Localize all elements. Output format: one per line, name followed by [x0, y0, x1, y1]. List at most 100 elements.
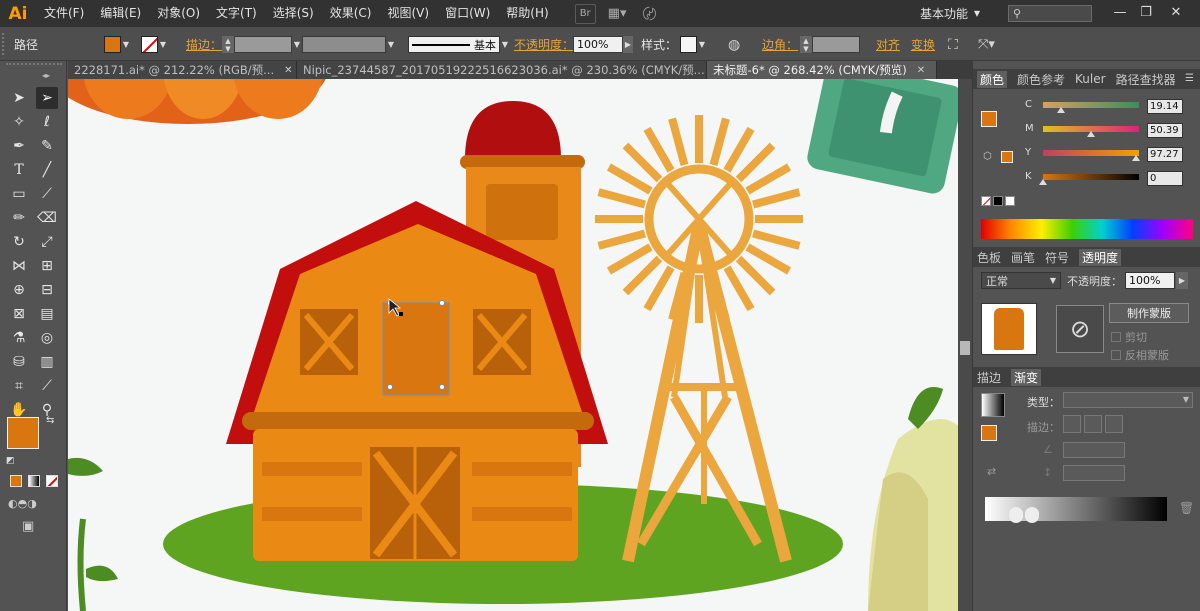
brush-profile-field[interactable]: 基本 ▼ [408, 36, 510, 53]
gradient-stroke-options[interactable] [1063, 415, 1125, 433]
draw-mode-icon[interactable]: ◐◓◑ [8, 497, 37, 510]
stroke-none-swatch[interactable] [141, 36, 158, 53]
slider-track[interactable] [1043, 174, 1139, 180]
tab-symbols[interactable]: 符号 [1045, 249, 1069, 266]
barn-ledge[interactable] [242, 412, 594, 430]
panel-menu-icon[interactable]: ☰ [1185, 73, 1194, 84]
barn-door[interactable] [370, 447, 460, 559]
chevron-down-icon[interactable]: ▼ [158, 36, 168, 53]
chevron-down-icon[interactable]: ▼ [500, 36, 510, 53]
trash-icon[interactable]: 🗑 [1179, 501, 1194, 515]
plant-stem-shape[interactable] [68, 457, 118, 611]
chevron-down-icon[interactable]: ▼ [386, 36, 396, 53]
tab-color[interactable]: 颜色 [977, 70, 1008, 88]
stepper-icon[interactable]: ▲ ▼ [222, 36, 234, 53]
chevron-right-icon[interactable]: ▶ [623, 36, 633, 53]
opacity-field[interactable]: 100% ▶ [573, 36, 633, 53]
variable-width-field[interactable]: ▼ [302, 36, 396, 53]
none-mode-icon[interactable] [46, 475, 58, 487]
fill-color-box[interactable] [7, 417, 39, 449]
tab-color-guide[interactable]: 颜色参考 [1017, 71, 1065, 88]
slider-track[interactable] [1043, 150, 1139, 156]
menu-view[interactable]: 视图(V) [379, 0, 437, 27]
tab-kuler[interactable]: Kuler [1075, 72, 1106, 86]
menu-file[interactable]: 文件(F) [36, 0, 92, 27]
gpu-performance-icon[interactable]: 〄 [638, 4, 660, 24]
tab-pathfinder[interactable]: 路径查找器 [1116, 71, 1176, 88]
close-icon[interactable]: ✕ [284, 65, 292, 76]
chevron-down-icon[interactable]: ▼ [697, 36, 707, 53]
graphic-style-swatch[interactable] [680, 36, 697, 53]
gradient-angle-input[interactable] [1063, 442, 1125, 458]
stroke-weight-input[interactable] [234, 36, 292, 53]
direct-selection-tool-icon[interactable]: ➢ [36, 87, 58, 109]
stepper-icon[interactable]: ▲ ▼ [800, 36, 812, 53]
eraser-tool-icon[interactable]: ⌫ [36, 207, 58, 229]
invert-mask-checkbox-row[interactable]: 反相蒙版 [1111, 347, 1169, 363]
scrollbar-thumb[interactable] [960, 341, 970, 355]
paintbrush-tool-icon[interactable]: ⟋ [36, 183, 58, 205]
menu-type[interactable]: 文字(T) [208, 0, 265, 27]
channel-value-input[interactable]: 0 [1147, 171, 1183, 186]
graphic-style-control[interactable]: ▼ [680, 36, 707, 53]
blend-tool-icon[interactable]: ◎ [36, 327, 58, 349]
stroke-label[interactable]: 描边： [186, 36, 222, 53]
free-transform-tool-icon[interactable]: ⊞ [36, 255, 58, 277]
artboard-canvas[interactable] [68, 79, 958, 611]
menu-window[interactable]: 窗口(W) [437, 0, 498, 27]
pencil-tool-icon[interactable]: ✏ [8, 207, 30, 229]
doc-tab-2[interactable]: Nipic_23744587_20170519222516623036.ai* … [297, 61, 707, 79]
tab-brushes[interactable]: 画笔 [1011, 249, 1035, 266]
arrange-documents-icon[interactable]: ▦▾ [604, 4, 631, 24]
fill-color-control[interactable]: ▼ [104, 36, 131, 53]
fill-swatch[interactable] [981, 111, 997, 127]
stroke-along-icon[interactable] [1084, 415, 1102, 433]
default-fill-stroke-icon[interactable]: ◩ [6, 456, 15, 466]
gradient-aspect-input[interactable] [1063, 465, 1125, 481]
menu-object[interactable]: 对象(O) [149, 0, 208, 27]
grip-handle[interactable] [2, 33, 7, 55]
gradient-preview[interactable] [981, 393, 1005, 417]
selected-rectangle[interactable] [382, 300, 450, 396]
type-tool-icon[interactable]: T [8, 159, 30, 181]
stroke-weight-field[interactable]: ▲ ▼ ▼ [222, 36, 302, 53]
doc-tab-3[interactable]: 未标题-6* @ 268.42% (CMYK/预览) ✕ [707, 61, 937, 79]
opacity-input[interactable]: 100% [1125, 272, 1175, 289]
channel-value-input[interactable]: 19.14 [1147, 99, 1183, 114]
gradient-fill-swatch[interactable] [981, 425, 997, 441]
fill-swatch[interactable] [104, 36, 121, 53]
gradient-slider[interactable] [985, 497, 1167, 523]
scale-tool-icon[interactable]: ⤢ [36, 231, 58, 253]
tab-transparency[interactable]: 透明度 [1079, 248, 1122, 266]
bridge-icon[interactable]: Br [574, 3, 596, 24]
tab-stroke[interactable]: 描边 [977, 369, 1001, 386]
corner-label[interactable]: 边角： [762, 36, 798, 53]
collapse-arrows-icon[interactable]: ◂▸ [42, 71, 50, 80]
menu-help[interactable]: 帮助(H) [498, 0, 556, 27]
tab-gradient[interactable]: 渐变 [1011, 368, 1042, 386]
none-swatch[interactable] [981, 196, 991, 206]
swap-fill-stroke-icon[interactable]: ⇆ [46, 415, 54, 426]
blend-mode-select[interactable]: 正常 ▼ [981, 272, 1061, 289]
stroke-within-icon[interactable] [1063, 415, 1081, 433]
mesh-tool-icon[interactable]: ⊠ [8, 303, 30, 325]
shape-builder-tool-icon[interactable]: ⊕ [8, 279, 30, 301]
color-spectrum[interactable] [981, 219, 1193, 239]
minimize-button[interactable]: — [1108, 2, 1132, 22]
barn-window-left[interactable] [300, 309, 358, 375]
artboard-tool-icon[interactable]: ⌗ [8, 375, 30, 397]
close-button[interactable]: ✕ [1164, 2, 1188, 22]
stroke-across-icon[interactable] [1105, 415, 1123, 433]
barn-window-right[interactable] [473, 309, 531, 375]
doc-tab-1[interactable]: 2228171.ai* @ 212.22% (RGB/预... ✕ [68, 61, 297, 79]
close-icon[interactable]: ✕ [917, 65, 925, 76]
perspective-grid-tool-icon[interactable]: ⊟ [36, 279, 58, 301]
channel-value-input[interactable]: 50.39 [1147, 123, 1183, 138]
corner-input[interactable] [812, 36, 860, 53]
vertical-scrollbar[interactable] [958, 79, 972, 611]
no-mask-icon[interactable]: ⊘ [1056, 305, 1104, 353]
transform-link[interactable]: 变换 [911, 36, 935, 53]
symbol-sprayer-tool-icon[interactable]: ⛁ [8, 351, 30, 373]
align-link[interactable]: 对齐 [876, 36, 900, 53]
rotate-tool-icon[interactable]: ↻ [8, 231, 30, 253]
